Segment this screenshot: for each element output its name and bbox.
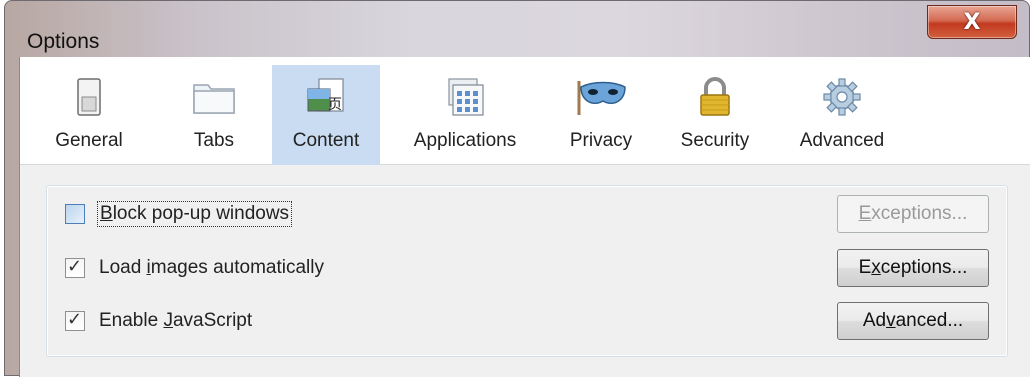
tab-label: General	[55, 130, 123, 151]
tab-content[interactable]: 页 Content	[272, 65, 380, 165]
switch-icon	[70, 77, 108, 117]
tab-general[interactable]: General	[38, 65, 140, 165]
tab-applications[interactable]: Applications	[390, 65, 540, 165]
block-popups-row: Block pop-up windows	[47, 199, 293, 229]
tab-label: Privacy	[569, 130, 633, 151]
options-window: Options X General Tabs 页 Content Applica…	[4, 0, 1030, 377]
tab-label: Tabs	[193, 130, 235, 151]
category-toolbar: General Tabs 页 Content Applications Priv…	[20, 57, 1030, 165]
close-button[interactable]: X	[927, 5, 1017, 39]
enable-js-checkbox[interactable]: ✓	[65, 309, 85, 331]
image-exceptions-button[interactable]: Ex ceptions...	[837, 249, 989, 287]
load-images-label[interactable]: Load images automatically	[97, 256, 326, 280]
checkmark-icon: ✓	[67, 309, 83, 330]
padlock-icon	[696, 77, 734, 117]
folder-tab-icon	[191, 77, 237, 117]
tab-advanced[interactable]: Advanced	[782, 65, 902, 165]
client-area: General Tabs 页 Content Applications Priv…	[19, 57, 1030, 377]
title-bar[interactable]: Options X	[5, 1, 1029, 55]
tab-label: Applications	[413, 130, 517, 151]
javascript-advanced-button[interactable]: Ad v anced...	[837, 302, 989, 340]
block-popups-label[interactable]: Block pop-up windows	[97, 201, 293, 227]
content-page-icon: 页	[305, 77, 347, 117]
svg-text:页: 页	[328, 97, 342, 113]
window-title: Options	[27, 30, 100, 53]
mask-icon	[573, 77, 629, 117]
tab-label: Content	[292, 130, 360, 151]
load-images-row: ✓ Load images automatically	[47, 253, 326, 283]
tab-security[interactable]: Security	[660, 65, 770, 165]
tab-privacy[interactable]: Privacy	[552, 65, 650, 165]
popup-exceptions-button[interactable]: Exceptions...	[837, 195, 989, 233]
enable-js-row: ✓ Enable JavaScript	[47, 306, 254, 336]
load-images-checkbox[interactable]: ✓	[65, 256, 85, 278]
block-popups-checkbox[interactable]	[65, 204, 85, 224]
close-icon: X	[963, 9, 981, 35]
enable-js-label[interactable]: Enable JavaScript	[97, 309, 254, 333]
tab-label: Security	[680, 130, 750, 151]
checkmark-icon: ✓	[67, 256, 83, 277]
tab-tabs[interactable]: Tabs	[170, 65, 258, 165]
applications-window-icon	[443, 77, 487, 117]
gear-icon	[823, 77, 861, 117]
content-group: Block pop-up windows Exceptions... ✓ Loa…	[46, 185, 1008, 357]
tab-label: Advanced	[799, 130, 885, 151]
